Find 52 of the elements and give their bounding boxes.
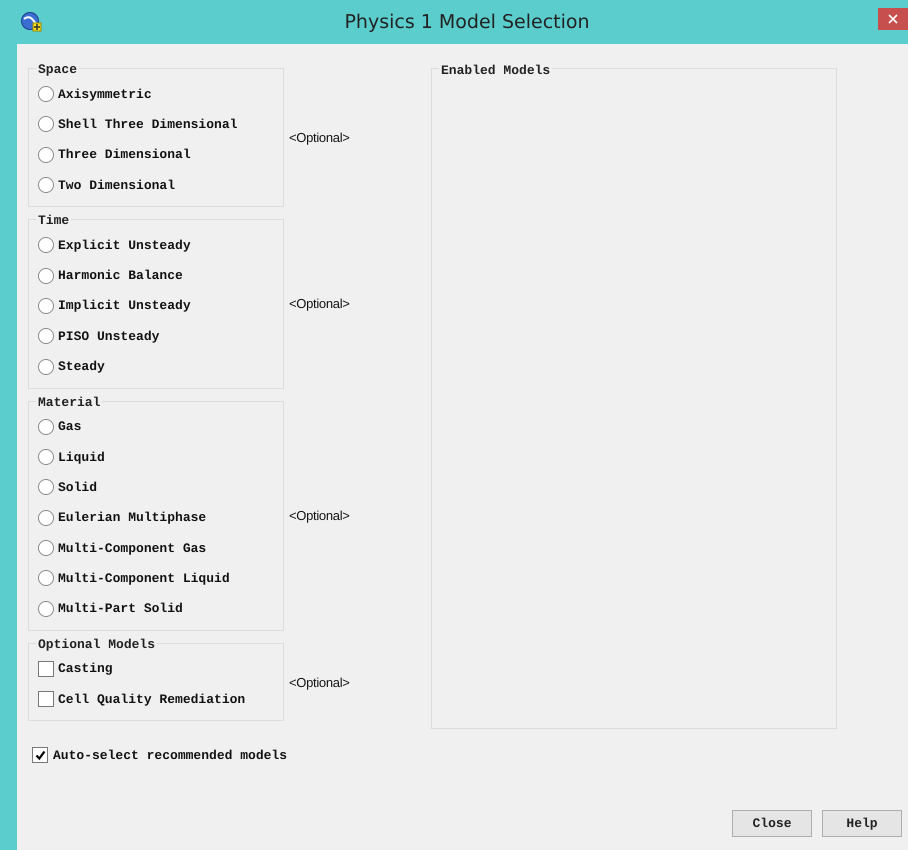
radio-label: Axisymmetric	[58, 86, 152, 102]
group-title: Space	[36, 63, 80, 76]
radio-button[interactable]	[38, 298, 54, 314]
radio-button[interactable]	[38, 268, 54, 284]
globe-icon	[20, 11, 42, 33]
radio-label: Liquid	[58, 450, 105, 465]
optional-label: <Optional>	[289, 674, 350, 690]
checkbox[interactable]	[32, 747, 48, 763]
radio-button[interactable]	[38, 600, 54, 617]
group-title: Time	[36, 214, 72, 228]
radio-button[interactable]	[38, 177, 54, 194]
group-title: Optional Models	[36, 638, 158, 651]
radio-button[interactable]	[38, 86, 54, 102]
panel-title: Enabled Models	[439, 64, 552, 77]
radio-button[interactable]	[38, 237, 54, 254]
dialog-button[interactable]: Close	[732, 810, 812, 837]
optional-label: <Optional>	[289, 508, 350, 524]
radio-button[interactable]	[38, 479, 54, 496]
radio-label: Explicit Unsteady	[58, 238, 191, 253]
radio-label: Implicit Unsteady	[58, 298, 191, 314]
radio-label: Harmonic Balance	[58, 268, 183, 284]
radio-label: Shell Three Dimensional	[58, 116, 238, 132]
radio-button[interactable]	[38, 146, 54, 163]
checkbox-label: Auto-select recommended models	[53, 748, 288, 762]
radio-button[interactable]	[38, 116, 54, 132]
checkbox-label: Cell Quality Remediation	[58, 692, 246, 707]
checkbox[interactable]	[38, 660, 54, 677]
checkbox-label: Casting	[58, 661, 113, 676]
radio-button[interactable]	[38, 418, 54, 435]
radio-label: Steady	[58, 359, 105, 374]
radio-label: Gas	[58, 419, 82, 434]
radio-button[interactable]	[38, 540, 54, 556]
optional-label: <Optional>	[289, 130, 350, 146]
radio-label: Eulerian Multiphase	[58, 510, 206, 526]
radio-label: Multi-Component Liquid	[58, 570, 230, 586]
window-title: Physics 1 Model Selection	[344, 11, 590, 33]
radio-button[interactable]	[38, 449, 54, 466]
radio-button[interactable]	[38, 570, 54, 586]
radio-label: Solid	[58, 480, 98, 495]
close-icon[interactable]	[878, 8, 908, 30]
group-title: Material	[36, 396, 102, 409]
radio-button[interactable]	[38, 510, 54, 526]
checkbox[interactable]	[38, 691, 54, 708]
optional-label: <Optional>	[289, 296, 350, 312]
radio-button[interactable]	[38, 358, 54, 375]
dialog-button[interactable]: Help	[822, 810, 902, 837]
radio-label: Multi-Component Gas	[58, 540, 206, 556]
radio-button[interactable]	[38, 328, 54, 344]
radio-label: Three Dimensional	[58, 147, 191, 162]
radio-label: PISO Unsteady	[58, 328, 160, 344]
radio-label: Multi-Part Solid	[58, 601, 183, 616]
radio-label: Two Dimensional	[58, 178, 176, 193]
